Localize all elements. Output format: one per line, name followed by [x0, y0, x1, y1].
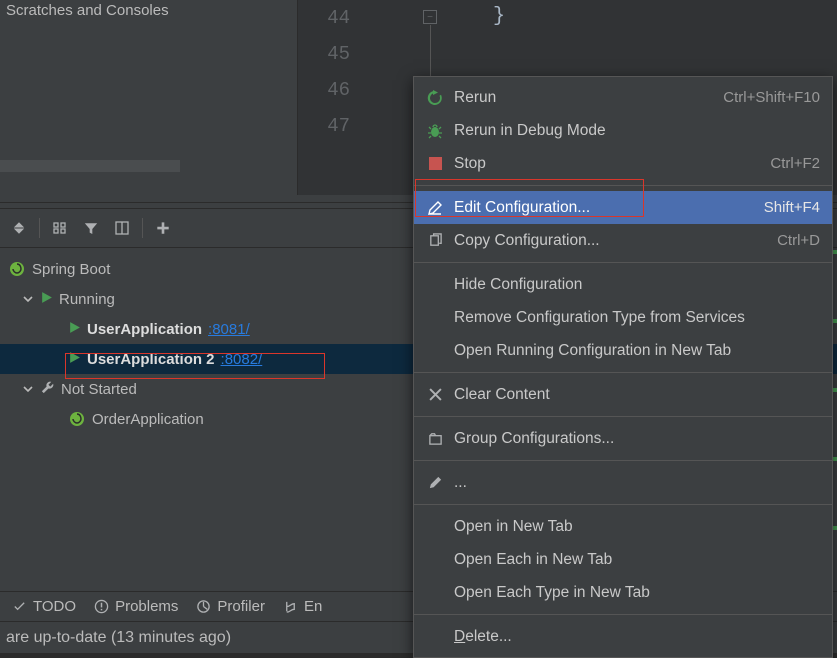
- stop-icon: [424, 157, 446, 170]
- menu-open-tab[interactable]: Open in New Tab: [414, 510, 832, 543]
- edit-icon: [424, 200, 446, 216]
- menu-open-each-type[interactable]: Open Each Type in New Tab: [414, 576, 832, 609]
- menu-clear[interactable]: Clear Content: [414, 378, 832, 411]
- rerun-icon: [424, 90, 446, 106]
- menu-open-each[interactable]: Open Each in New Tab: [414, 543, 832, 576]
- app2-name: UserApplication 2: [87, 351, 215, 368]
- menu-edit-config[interactable]: Edit Configuration... Shift+F4: [414, 191, 832, 224]
- play-icon: [68, 351, 81, 368]
- panel-scrollbar[interactable]: [0, 160, 180, 172]
- spring-boot-label: Spring Boot: [32, 261, 110, 278]
- status-text: are up-to-date (13 minutes ago): [6, 629, 231, 647]
- app1-port[interactable]: :8081/: [208, 321, 250, 338]
- order-app-label: OrderApplication: [92, 411, 204, 428]
- app2-port[interactable]: :8082/: [221, 351, 263, 368]
- pencil-icon: [424, 475, 446, 490]
- menu-hide-config[interactable]: Hide Configuration: [414, 268, 832, 301]
- app1-name: UserApplication: [87, 321, 202, 338]
- menu-rerun-debug[interactable]: Rerun in Debug Mode: [414, 114, 832, 147]
- layout-icon[interactable]: [107, 215, 137, 241]
- tab-profiler[interactable]: Profiler: [196, 598, 265, 615]
- chevron-down-icon[interactable]: [22, 383, 34, 395]
- project-panel: Scratches and Consoles: [0, 0, 298, 195]
- tab-more[interactable]: En: [283, 598, 322, 615]
- menu-group-config[interactable]: Group Configurations...: [414, 422, 832, 455]
- fold-line: [430, 25, 431, 80]
- view-mode-icon[interactable]: [45, 215, 75, 241]
- notstarted-label: Not Started: [61, 381, 137, 398]
- scratches-label: Scratches and Consoles: [6, 2, 169, 19]
- line-number: 45: [298, 36, 368, 72]
- fold-minus-icon[interactable]: −: [423, 10, 437, 24]
- filter-icon[interactable]: [76, 215, 106, 241]
- gutter: 44 45 46 47: [298, 0, 368, 195]
- code-brace: }: [493, 5, 505, 28]
- menu-copy-config[interactable]: Copy Configuration... Ctrl+D: [414, 224, 832, 257]
- expand-all-icon[interactable]: [4, 215, 34, 241]
- spring-boot-icon: [68, 410, 86, 428]
- play-icon: [68, 321, 81, 338]
- menu-edit-ellipsis[interactable]: ...: [414, 466, 832, 499]
- scratches-node[interactable]: Scratches and Consoles: [0, 2, 297, 19]
- editor-markers: [833, 250, 837, 595]
- tab-todo[interactable]: TODO: [12, 598, 76, 615]
- menu-delete[interactable]: Delete...: [414, 620, 832, 653]
- play-icon: [40, 291, 53, 308]
- bug-icon: [424, 123, 446, 139]
- menu-stop[interactable]: Stop Ctrl+F2: [414, 147, 832, 180]
- tab-problems[interactable]: Problems: [94, 598, 178, 615]
- menu-remove-type[interactable]: Remove Configuration Type from Services: [414, 301, 832, 334]
- close-icon: [424, 388, 446, 401]
- group-icon: [424, 431, 446, 446]
- add-icon[interactable]: [148, 215, 178, 241]
- line-number: 46: [298, 72, 368, 108]
- menu-open-running[interactable]: Open Running Configuration in New Tab: [414, 334, 832, 367]
- chevron-down-icon[interactable]: [22, 293, 34, 305]
- copy-icon: [424, 233, 446, 248]
- wrench-icon: [40, 380, 55, 399]
- running-label: Running: [59, 291, 115, 308]
- context-menu: Rerun Ctrl+Shift+F10 Rerun in Debug Mode…: [413, 76, 833, 658]
- menu-rerun[interactable]: Rerun Ctrl+Shift+F10: [414, 81, 832, 114]
- spring-boot-icon: [8, 260, 26, 278]
- line-number: 44: [298, 0, 368, 36]
- line-number: 47: [298, 108, 368, 144]
